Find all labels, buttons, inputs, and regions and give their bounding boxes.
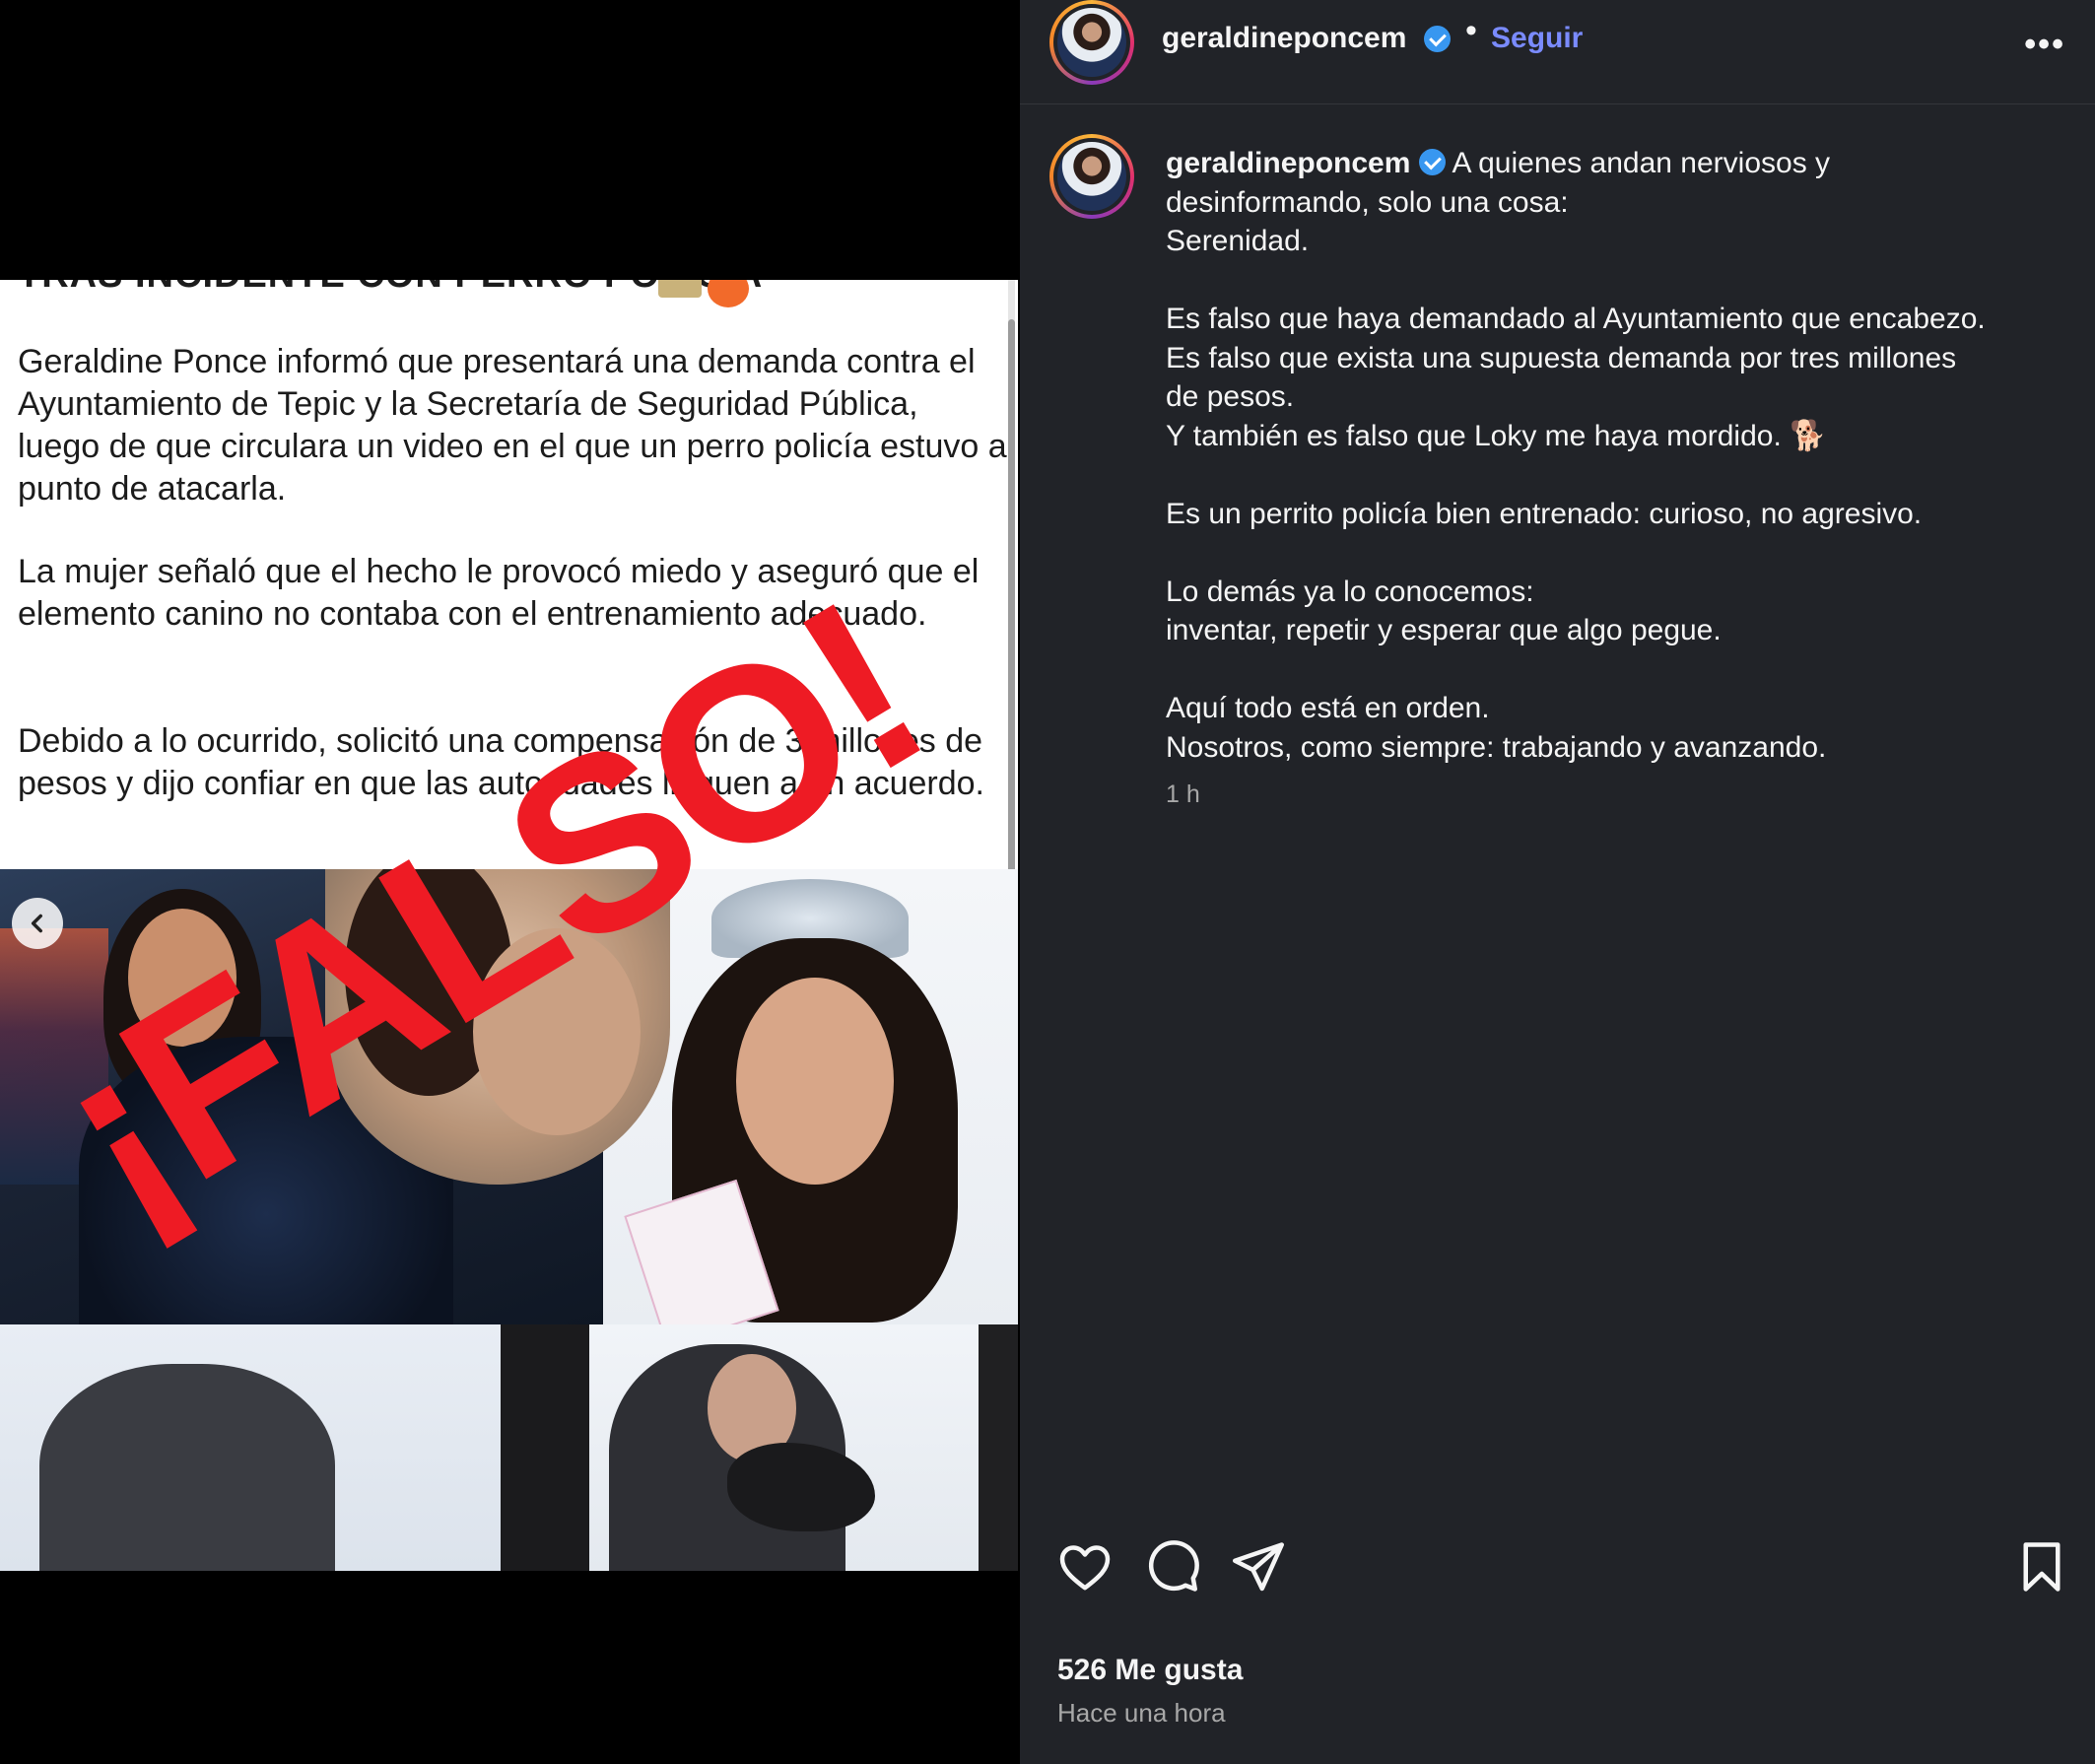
- caption-line-1: geraldineponcem A quienes andan nervioso…: [1166, 144, 2072, 183]
- caption-line-3: Serenidad.: [1166, 225, 1310, 257]
- caption-username[interactable]: geraldineponcem: [1166, 147, 1410, 179]
- header-username[interactable]: geraldineponcem: [1162, 22, 1406, 55]
- header-separator: •: [1465, 12, 1477, 49]
- caption-line-6: de pesos.: [1166, 380, 1295, 413]
- avatar-photo: [1057, 142, 1126, 211]
- follow-button[interactable]: Seguir: [1491, 22, 1583, 55]
- post-timestamp: Hace una hora: [1057, 1698, 1226, 1728]
- bookmark-icon: [2023, 1542, 2061, 1592]
- article-paragraph-3: Debido a lo ocurrido, solicitó una compe…: [18, 722, 985, 802]
- post-caption: geraldineponcem A quienes andan nervioso…: [1166, 144, 2072, 767]
- send-icon: [1233, 1542, 1284, 1592]
- collage-photo-embrace: [325, 869, 670, 1185]
- caption-line-2: desinformando, solo una cosa:: [1166, 185, 1569, 219]
- caption-line-10: inventar, repetir y esperar que algo peg…: [1166, 614, 1722, 646]
- verified-badge-icon: [1424, 26, 1451, 52]
- avatar[interactable]: [1049, 0, 1134, 85]
- headline-fragment: TRAS INCIDENTE CON PERRO POLICIA: [18, 280, 763, 297]
- heart-icon: [1059, 1545, 1111, 1591]
- post-image[interactable]: TRAS INCIDENTE CON PERRO POLICIA Geraldi…: [0, 280, 1018, 1571]
- chevron-left-icon: [31, 914, 42, 933]
- instagram-post-view: TRAS INCIDENTE CON PERRO POLICIA Geraldi…: [0, 0, 2095, 1764]
- save-button[interactable]: [2012, 1537, 2071, 1601]
- comment-button[interactable]: [1142, 1537, 1201, 1601]
- angry-emoji-icon: [708, 280, 749, 307]
- article-screenshot: TRAS INCIDENTE CON PERRO POLICIA Geraldi…: [0, 280, 1018, 960]
- share-button[interactable]: [1229, 1537, 1288, 1601]
- caption-line-7: Y también es falso que Loky me haya mord…: [1166, 419, 1827, 452]
- post-header: geraldineponcem • Seguir •••: [1020, 0, 2095, 104]
- caption-line-9: Lo demás ya lo conocemos:: [1166, 575, 1534, 608]
- article-scrollbar-thumb: [1008, 319, 1015, 960]
- caption-line-4: Es falso que haya demandado al Ayuntamie…: [1166, 303, 1986, 335]
- previous-image-button[interactable]: [12, 898, 63, 949]
- money-emoji-icon: [658, 280, 702, 298]
- caption-line-11: Aquí todo está en orden.: [1166, 692, 1490, 724]
- caption-line-8: Es un perrito policía bien entrenado: cu…: [1166, 497, 1923, 530]
- like-button[interactable]: [1055, 1537, 1115, 1601]
- article-paragraph-1: Geraldine Ponce informó que presentará u…: [18, 343, 1007, 508]
- post-media-panel: TRAS INCIDENTE CON PERRO POLICIA Geraldi…: [0, 0, 1020, 1764]
- collage-photo-video-still-2: [501, 1324, 1018, 1571]
- more-horizontal-icon[interactable]: •••: [2024, 26, 2065, 64]
- caption-text: A quienes andan nerviosos y: [1452, 147, 1831, 179]
- comment-icon: [1148, 1540, 1199, 1592]
- post-details-panel: geraldineponcem • Seguir ••• geraldinepo…: [1020, 0, 2095, 1764]
- caption-line-12: Nosotros, como siempre: trabajando y ava…: [1166, 730, 1827, 764]
- action-bar: [1020, 1537, 2095, 1636]
- likes-count[interactable]: 526 Me gusta: [1057, 1654, 1243, 1687]
- caption-line-5: Es falso que exista una supuesta demanda…: [1166, 341, 1957, 374]
- verified-badge-icon: [1418, 149, 1446, 175]
- caption-avatar[interactable]: [1049, 134, 1134, 219]
- photo-collage: [0, 869, 1018, 1571]
- caption-timestamp[interactable]: 1 h: [1166, 780, 1200, 809]
- avatar-photo: [1057, 8, 1126, 77]
- collage-photo-video-still-1: [0, 1324, 501, 1571]
- article-paragraph-2: La mujer señaló que el hecho le provocó …: [18, 553, 980, 633]
